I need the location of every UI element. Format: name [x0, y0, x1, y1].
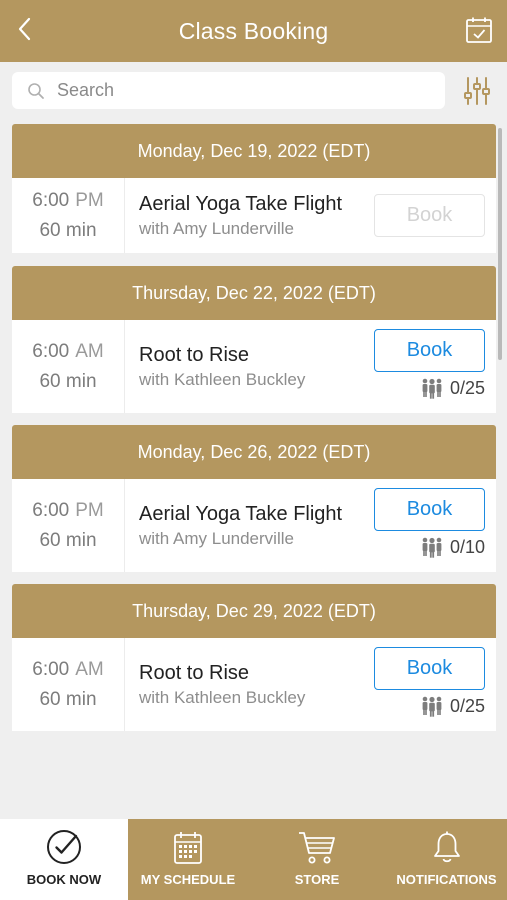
- class-info: Aerial Yoga Take Flight with Amy Lunderv…: [125, 178, 342, 253]
- class-time: 6:00 AM 60 min: [12, 638, 125, 731]
- instructor-name: with Amy Lunderville: [139, 528, 294, 548]
- tab-label: STORE: [294, 872, 340, 887]
- capacity: 0/25: [420, 377, 485, 399]
- group-people-icon: [422, 537, 442, 558]
- class-name: Root to Rise: [139, 343, 250, 366]
- check-circle-icon: [47, 830, 81, 864]
- tab-label: NOTIFICATIONS: [396, 872, 497, 887]
- page-title: Class Booking: [178, 17, 329, 44]
- book-button[interactable]: Book: [374, 488, 485, 531]
- instructor-name: with Kathleen Buckley: [139, 369, 306, 389]
- class-info: Root to Rise with Kathleen Buckley: [125, 638, 305, 731]
- instructor-name: with Amy Lunderville: [139, 218, 294, 238]
- filter-button[interactable]: [463, 75, 491, 107]
- tab-book-now[interactable]: BOOK NOW: [0, 819, 128, 900]
- class-time: 6:00 PM 60 min: [12, 479, 125, 572]
- class-name: Aerial Yoga Take Flight: [139, 192, 343, 215]
- am-pm: AM: [75, 340, 104, 362]
- book-button[interactable]: Book: [374, 647, 485, 690]
- class-info: Aerial Yoga Take Flight with Amy Lunderv…: [125, 479, 342, 572]
- search-input[interactable]: [57, 80, 417, 101]
- search-icon: [28, 82, 44, 99]
- class-row[interactable]: 6:00 AM 60 min Root to Rise with Kathleen…: [12, 638, 496, 731]
- instructor-name: with Kathleen Buckley: [139, 687, 306, 707]
- capacity-count: 0/25: [449, 695, 485, 716]
- capacity-count: 0/25: [449, 377, 485, 398]
- class-time: 6:00 AM 60 min: [12, 320, 125, 413]
- capacity: 0/10: [420, 536, 485, 558]
- am-pm: AM: [75, 658, 104, 680]
- book-button-disabled: Book: [374, 194, 485, 237]
- calendar-icon: [174, 832, 202, 864]
- group-people-icon: [422, 378, 442, 399]
- tab-label: MY SCHEDULE: [140, 872, 236, 887]
- app-screen: Class Booking Search Monday, Dec 19, 202…: [0, 0, 507, 900]
- tab-label: BOOK NOW: [26, 872, 102, 887]
- start-time: 6:00: [32, 658, 70, 680]
- top-bar: Class Booking: [0, 0, 507, 62]
- day-header: Thursday, Dec 29, 2022 (EDT): [12, 584, 496, 638]
- group-people-icon: [422, 696, 442, 717]
- cart-icon: [299, 832, 335, 864]
- am-pm: PM: [75, 189, 104, 211]
- class-row[interactable]: 6:00 AM 60 min Root to Rise with Kathleen…: [12, 320, 496, 413]
- class-row[interactable]: 6:00 PM 60 min Aerial Yoga Take Flight wi…: [12, 178, 496, 253]
- tab-notifications[interactable]: NOTIFICATIONS: [386, 819, 507, 900]
- tab-my-schedule[interactable]: MY SCHEDULE: [128, 819, 248, 900]
- class-name: Aerial Yoga Take Flight: [139, 502, 343, 525]
- day-header: Thursday, Dec 22, 2022 (EDT): [12, 266, 496, 320]
- duration: 60 min: [39, 370, 97, 392]
- sliders-icon: [464, 77, 490, 105]
- am-pm: PM: [75, 499, 104, 521]
- search-bar: [12, 72, 445, 109]
- duration: 60 min: [39, 688, 97, 710]
- bottom-nav: BOOK NOW MY SCHEDULE STORE NOTIFICATIONS: [0, 819, 507, 900]
- calendar-check-icon: [466, 17, 492, 43]
- start-time: 6:00: [32, 189, 70, 211]
- class-row[interactable]: 6:00 PM 60 min Aerial Yoga Take Flight wi…: [12, 479, 496, 572]
- book-button[interactable]: Book: [374, 329, 485, 372]
- capacity: 0/25: [420, 695, 485, 717]
- tab-store[interactable]: STORE: [248, 819, 386, 900]
- class-name: Root to Rise: [139, 661, 250, 684]
- duration: 60 min: [39, 529, 97, 551]
- class-info: Root to Rise with Kathleen Buckley: [125, 320, 305, 413]
- start-time: 6:00: [32, 340, 70, 362]
- day-header: Monday, Dec 19, 2022 (EDT): [12, 124, 496, 178]
- bell-icon: [433, 831, 460, 863]
- capacity-count: 0/10: [449, 536, 485, 557]
- duration: 60 min: [39, 219, 97, 241]
- calendar-button[interactable]: [465, 16, 493, 44]
- class-time: 6:00 PM 60 min: [12, 178, 125, 253]
- start-time: 6:00: [32, 499, 70, 521]
- scrollbar[interactable]: [498, 128, 502, 360]
- day-header: Monday, Dec 26, 2022 (EDT): [12, 425, 496, 479]
- class-list: Monday, Dec 19, 2022 (EDT) 6:00 PM 60 min…: [12, 124, 496, 731]
